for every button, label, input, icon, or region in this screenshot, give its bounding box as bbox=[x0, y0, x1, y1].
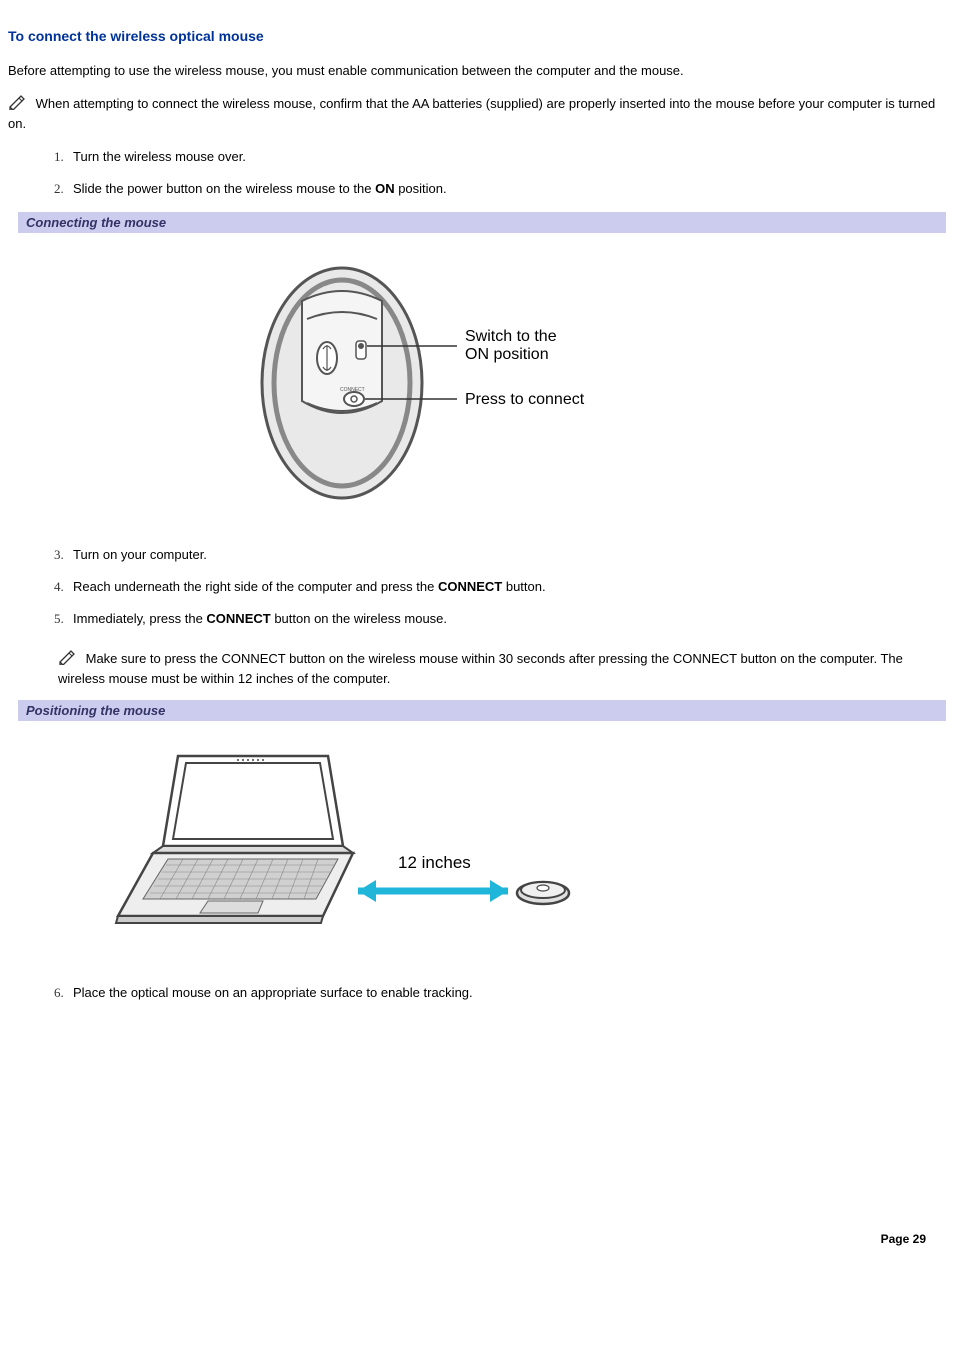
step-5-text-a: Immediately, press the bbox=[73, 611, 206, 626]
page-heading: To connect the wireless optical mouse bbox=[8, 28, 946, 44]
step-2-bold: ON bbox=[375, 181, 395, 196]
fig2-distance-label: 12 inches bbox=[398, 853, 471, 872]
step-4-text-b: button. bbox=[502, 579, 545, 594]
fig1-label-switch-line2: ON position bbox=[465, 346, 549, 363]
figure-2: 12 inches bbox=[98, 741, 946, 954]
step-6: 6. Place the optical mouse on an appropr… bbox=[8, 984, 946, 1002]
step-number: 4. bbox=[54, 578, 64, 596]
svg-text:CONNECT: CONNECT bbox=[340, 387, 365, 393]
pencil-icon bbox=[8, 94, 28, 115]
fig1-label-press: Press to connect bbox=[465, 391, 585, 408]
step-1: 1. Turn the wireless mouse over. bbox=[8, 148, 946, 166]
step-3-text: Turn on your computer. bbox=[73, 547, 207, 562]
step-2-text-b: position. bbox=[395, 181, 447, 196]
step-3: 3. Turn on your computer. bbox=[8, 546, 946, 564]
step-1-text: Turn the wireless mouse over. bbox=[73, 149, 246, 164]
step-number: 2. bbox=[54, 180, 64, 198]
note-1: When attempting to connect the wireless … bbox=[8, 94, 946, 133]
figure-1-caption: Connecting the mouse bbox=[8, 212, 946, 233]
page-footer: Page 29 bbox=[8, 1232, 946, 1246]
step-4-bold: CONNECT bbox=[438, 579, 502, 594]
fig1-label-switch-line1: Switch to the bbox=[465, 328, 557, 345]
figure-1: CONNECT Switch to the ON position Press … bbox=[8, 253, 946, 516]
pencil-icon bbox=[58, 649, 78, 670]
step-number: 1. bbox=[54, 148, 64, 166]
step-5: 5. Immediately, press the CONNECT button… bbox=[8, 610, 946, 628]
step-4: 4. Reach underneath the right side of th… bbox=[8, 578, 946, 596]
step-4-text-a: Reach underneath the right side of the c… bbox=[73, 579, 438, 594]
step-2-text-a: Slide the power button on the wireless m… bbox=[73, 181, 375, 196]
note-1-text: When attempting to connect the wireless … bbox=[8, 96, 935, 131]
step-number: 5. bbox=[54, 610, 64, 628]
note-2-text: Make sure to press the CONNECT button on… bbox=[58, 651, 903, 686]
note-2: Make sure to press the CONNECT button on… bbox=[58, 649, 946, 688]
step-2: 2. Slide the power button on the wireles… bbox=[8, 180, 946, 198]
step-5-text-b: button on the wireless mouse. bbox=[271, 611, 447, 626]
step-number: 3. bbox=[54, 546, 64, 564]
intro-paragraph: Before attempting to use the wireless mo… bbox=[8, 62, 946, 80]
step-number: 6. bbox=[54, 984, 64, 1002]
step-5-bold: CONNECT bbox=[206, 611, 270, 626]
step-6-text: Place the optical mouse on an appropriat… bbox=[73, 985, 473, 1000]
figure-2-caption: Positioning the mouse bbox=[8, 700, 946, 721]
